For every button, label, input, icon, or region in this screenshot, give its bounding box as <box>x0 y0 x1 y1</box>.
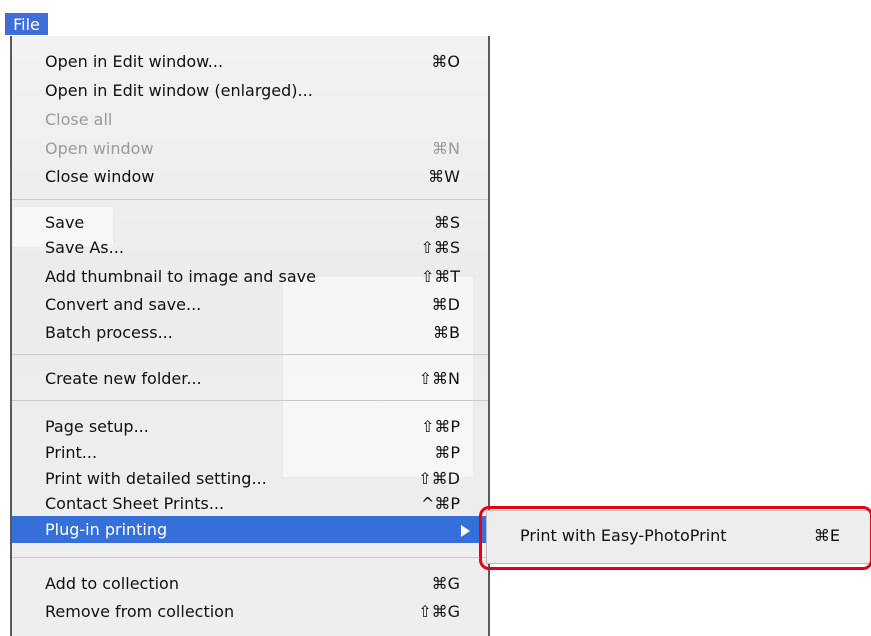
menu-item-shortcut: ⌘O <box>431 52 460 71</box>
menu-item-label: Save <box>45 213 85 232</box>
menu-item-close-all: Close all <box>12 105 488 134</box>
menu-item-label: Open in Edit window... <box>45 52 224 71</box>
menu-item-label: Add to collection <box>45 574 179 593</box>
menu-item-shortcut: ⇧⌘P <box>420 417 460 436</box>
submenu-arrow-icon <box>461 525 470 537</box>
menu-item-label: Save As... <box>45 238 124 257</box>
menu-item-shortcut: ⇧⌘T <box>420 267 460 286</box>
menu-item-shortcut: ⌘W <box>428 167 460 186</box>
menu-item-label: Create new folder... <box>45 369 202 388</box>
menu-item-open-in-edit-window-enlarged[interactable]: Open in Edit window (enlarged)... <box>12 76 488 105</box>
menu-item-shortcut: ⇧⌘D <box>418 469 460 488</box>
menu-separator <box>12 557 488 558</box>
highlight-callout <box>479 506 871 570</box>
menu-item-batch-process[interactable]: Batch process... ⌘B <box>12 318 488 347</box>
menu-item-shortcut: ^⌘P <box>420 494 460 513</box>
menu-item-label: Open in Edit window (enlarged)... <box>45 81 313 100</box>
menu-item-convert-and-save[interactable]: Convert and save... ⌘D <box>12 290 488 319</box>
menu-item-label: Contact Sheet Prints... <box>45 494 225 513</box>
menu-item-create-new-folder[interactable]: Create new folder... ⇧⌘N <box>12 364 488 393</box>
menu-item-plug-in-printing[interactable]: Plug-in printing <box>12 516 488 543</box>
menu-item-close-window[interactable]: Close window ⌘W <box>12 162 488 191</box>
menu-item-remove-from-collection[interactable]: Remove from collection ⇧⌘G <box>12 597 488 626</box>
menu-separator <box>12 400 488 401</box>
menu-item-print[interactable]: Print... ⌘P <box>12 438 488 467</box>
menu-item-label: Close window <box>45 167 155 186</box>
menu-item-page-setup[interactable]: Page setup... ⇧⌘P <box>12 412 488 441</box>
menu-item-add-thumbnail-and-save[interactable]: Add thumbnail to image and save ⇧⌘T <box>12 262 488 291</box>
file-menu-title[interactable]: File <box>5 13 48 35</box>
menu-item-save-as[interactable]: Save As... ⇧⌘S <box>12 233 488 262</box>
menu-item-shortcut: ⌘P <box>434 443 460 462</box>
menu-item-shortcut: ⌘G <box>431 574 460 593</box>
menu-item-label: Remove from collection <box>45 602 235 621</box>
menu-item-shortcut: ⌘S <box>433 213 460 232</box>
menu-item-shortcut: ⌘N <box>432 139 460 158</box>
file-menu-dropdown: Open in Edit window... ⌘O Open in Edit w… <box>10 36 490 636</box>
menu-separator <box>12 199 488 200</box>
menu-item-shortcut: ⌘B <box>433 323 460 342</box>
menu-item-label: Print... <box>45 443 98 462</box>
menu-item-shortcut: ⌘D <box>431 295 460 314</box>
menu-item-open-window: Open window ⌘N <box>12 134 488 163</box>
menu-item-label: Plug-in printing <box>45 520 168 539</box>
menu-item-contact-sheet-prints[interactable]: Contact Sheet Prints... ^⌘P <box>12 489 488 518</box>
menu-item-label: Add thumbnail to image and save <box>45 267 316 286</box>
menu-item-label: Open window <box>45 139 154 158</box>
menu-item-label: Print with detailed setting... <box>45 469 267 488</box>
menu-item-shortcut: ⇧⌘G <box>418 602 460 621</box>
menu-item-add-to-collection[interactable]: Add to collection ⌘G <box>12 569 488 598</box>
menu-item-shortcut: ⇧⌘S <box>420 238 460 257</box>
menu-item-label: Close all <box>45 110 113 129</box>
menu-item-label: Page setup... <box>45 417 149 436</box>
menu-item-open-in-edit-window[interactable]: Open in Edit window... ⌘O <box>12 47 488 76</box>
menu-separator <box>12 354 488 355</box>
menu-item-label: Batch process... <box>45 323 173 342</box>
menu-item-label: Convert and save... <box>45 295 202 314</box>
menu-item-shortcut: ⇧⌘N <box>418 369 460 388</box>
